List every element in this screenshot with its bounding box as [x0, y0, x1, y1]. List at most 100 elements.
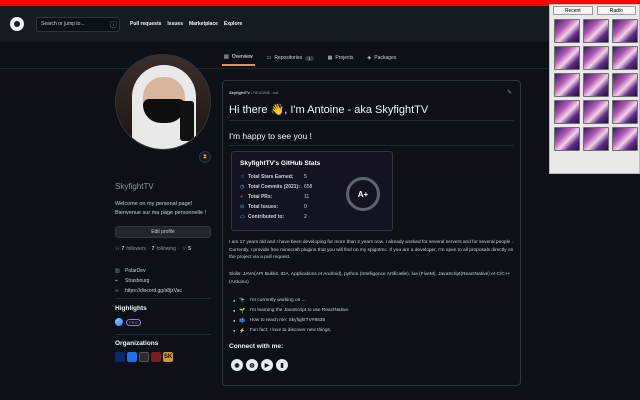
profile-details: ▥ PolarDev ⌖ Strasbourg ∞ https://discor… — [115, 266, 182, 296]
org-avatar-sk[interactable]: SK — [163, 352, 173, 362]
stat-row: ⑂ Total PRs: 11 — [240, 194, 310, 200]
org-avatar[interactable] — [151, 352, 161, 362]
thumbnail[interactable] — [583, 73, 609, 97]
highlights-title: Highlights — [115, 305, 147, 312]
list-item: ● 🌱 I’m learning the JavaScript to use Rea… — [233, 308, 350, 314]
readme-path-user[interactable]: SkyfightTV — [229, 90, 250, 95]
thumbnail[interactable] — [612, 73, 638, 97]
pencil-edit-icon[interactable]: ✎ — [507, 89, 512, 96]
search-placeholder: Search or jump to... — [41, 21, 85, 27]
status-emoji-icon[interactable]: ⧗ — [199, 151, 211, 163]
tab-radio[interactable]: Radio — [596, 6, 636, 15]
thumbnail[interactable] — [554, 19, 580, 43]
thumbnail[interactable] — [583, 127, 609, 151]
list-item: ● ⚡ Fun fact: I love to discover new thing… — [233, 328, 332, 334]
stat-row: ◷ Total Commits (2021): 658 — [240, 184, 313, 190]
nav-links: Pull requests Issues Marketplace Explore — [130, 21, 242, 27]
readme-skills: Skills: JAVA(API Bukkit, IDA, Applicatio… — [229, 272, 511, 285]
thumbnail[interactable] — [612, 19, 638, 43]
subheading-rule — [229, 145, 514, 146]
nav-marketplace[interactable]: Marketplace — [189, 21, 218, 27]
readme-path-file: / README .md — [251, 90, 279, 95]
sidebar-divider — [115, 334, 211, 335]
following-count[interactable]: 7 — [152, 246, 155, 252]
nav-explore[interactable]: Explore — [224, 21, 242, 27]
github-icon[interactable]: ◉ — [231, 359, 243, 371]
thumbnail[interactable] — [554, 100, 580, 124]
profile-tabs: ▤ Overview ▭ Repositories 1 ▦ Projects ◈… — [222, 50, 398, 66]
thumbnail[interactable] — [612, 100, 638, 124]
youtube-icon[interactable]: ▶ — [261, 359, 273, 371]
company-item: ▥ PolarDev — [115, 266, 182, 276]
connect-title: Connect with me: — [229, 343, 284, 350]
thumbnail[interactable] — [583, 46, 609, 70]
pro-badge: PRO — [126, 318, 141, 326]
website-link[interactable]: https://discord.gg/a8jzVac — [125, 286, 182, 296]
stats-title: SkyfightTV's GitHub Stats — [240, 160, 321, 167]
sidebar-divider — [115, 298, 211, 299]
org-avatar[interactable] — [127, 352, 137, 362]
avatar[interactable] — [115, 54, 211, 150]
stat-row: ▭ Contributed to: 2 — [240, 214, 307, 220]
followers-count[interactable]: 7 — [121, 246, 124, 252]
edit-profile-button[interactable]: Edit profile — [115, 226, 211, 238]
organizations-list: SK — [115, 352, 173, 362]
stat-row: ☆ Total Stars Earned: 5 — [240, 174, 307, 180]
tab-overview[interactable]: ▤ Overview — [222, 50, 255, 66]
thumbnail[interactable] — [612, 46, 638, 70]
highlights-badges: PRO — [115, 318, 141, 326]
thumbnail[interactable] — [554, 46, 580, 70]
follow-stats: ⚇ 7 followers · 7 following · ☆ 5 — [115, 246, 191, 252]
tab-label: Packages — [374, 55, 397, 61]
heading-rule — [229, 120, 514, 121]
thumbnail-grid — [550, 16, 639, 154]
followers-label[interactable]: followers — [126, 246, 146, 252]
website-item[interactable]: ∞ https://discord.gg/a8jzVac — [115, 286, 182, 296]
org-avatar[interactable] — [115, 352, 125, 362]
location-item: ⌖ Strasbourg — [115, 276, 182, 286]
readme-heading: Hi there 👋, I'm Antoine - aka SkyfightTV — [229, 104, 429, 116]
following-label[interactable]: following — [156, 246, 175, 252]
stars-count[interactable]: 5 — [188, 246, 191, 252]
tab-packages[interactable]: ◈ Packages — [365, 50, 398, 66]
thumbnail[interactable] — [612, 127, 638, 151]
list-item: ● 🔭 I’m currently working on ... — [233, 298, 306, 304]
mailbox-icon: 📫 — [239, 318, 246, 324]
thumbnail[interactable] — [583, 100, 609, 124]
issue-icon: ⊙ — [240, 204, 245, 210]
nav-pull-requests[interactable]: Pull requests — [130, 21, 161, 27]
social-links: ◉ ◍ ▶ ▮ — [231, 359, 288, 371]
table-icon: ▦ — [327, 55, 333, 61]
readme-path: SkyfightTV / README .md — [229, 90, 278, 95]
search-input[interactable]: Search or jump to... / — [36, 16, 120, 32]
thumbnail[interactable] — [583, 19, 609, 43]
tab-recent[interactable]: Recent — [553, 6, 593, 15]
stat-row: ⊙ Total Issues: 0 — [240, 204, 307, 210]
tab-label: Repositories — [274, 55, 303, 61]
github-stats-card: SkyfightTV's GitHub Stats ☆ Total Stars … — [231, 151, 393, 231]
tab-repositories[interactable]: ▭ Repositories 1 — [265, 50, 316, 66]
twitch-icon[interactable]: ▮ — [276, 359, 288, 371]
list-item: ● 📫 How to reach me: SkyfightTV#9535 — [233, 318, 326, 324]
github-logo-icon[interactable] — [10, 17, 24, 31]
grade-ring: A+ — [346, 177, 380, 211]
tab-projects[interactable]: ▦ Projects — [326, 50, 356, 66]
thumbnail[interactable] — [554, 127, 580, 151]
star-icon: ☆ — [181, 246, 187, 252]
achievement-icon[interactable] — [115, 318, 123, 326]
location-label: Strasbourg — [125, 278, 150, 284]
nav-issues[interactable]: Issues — [167, 21, 183, 27]
clock-icon: ◷ — [240, 184, 245, 190]
discord-icon[interactable]: ◍ — [246, 359, 258, 371]
company-label: PolarDev — [125, 268, 146, 274]
pull-request-icon: ⑂ — [240, 194, 244, 200]
link-icon: ∞ — [115, 288, 119, 294]
thumbnail[interactable] — [554, 73, 580, 97]
readme-card: SkyfightTV / README .md ✎ Hi there 👋, I'… — [222, 80, 521, 386]
org-avatar[interactable] — [139, 352, 149, 362]
lightning-icon: ⚡ — [239, 328, 246, 334]
organizations-title: Organizations — [115, 340, 159, 347]
tab-label: Projects — [335, 55, 354, 61]
seedling-icon: 🌱 — [239, 308, 246, 314]
readme-list: ● 🔭 I’m currently working on ... ● 🌱 I’m lea… — [233, 296, 349, 336]
